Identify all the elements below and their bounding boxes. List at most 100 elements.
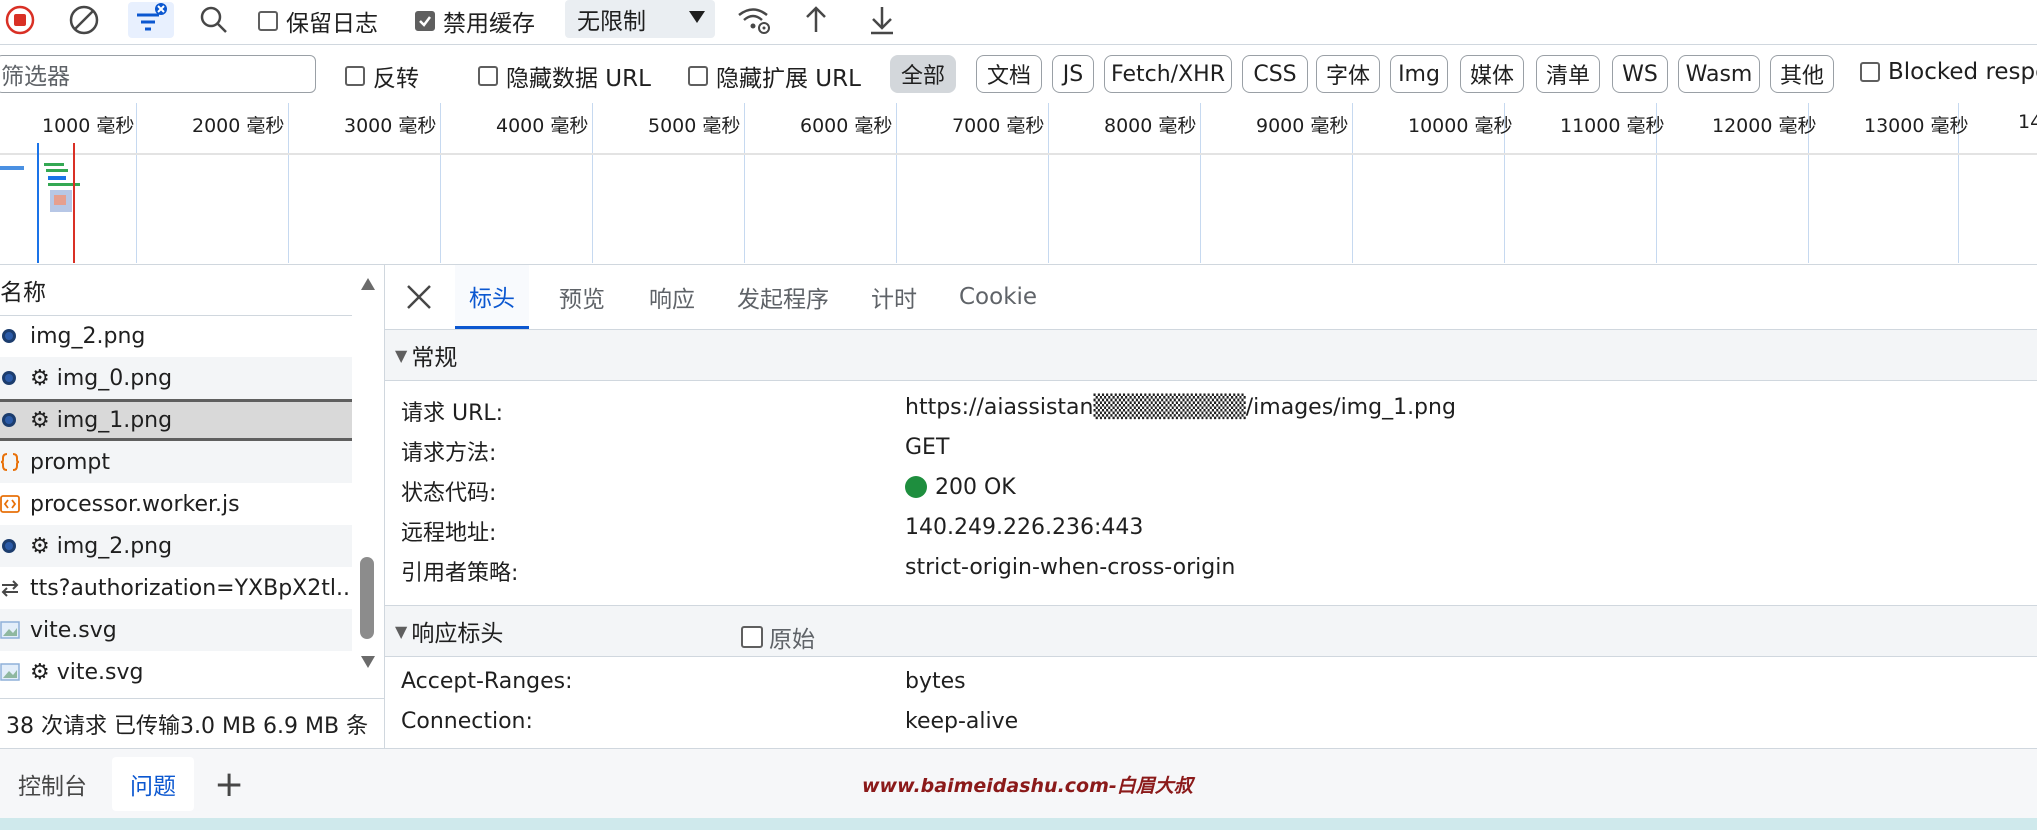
type-filter-other[interactable]: 其他 (1770, 55, 1834, 93)
scroll-down-icon[interactable] (360, 655, 376, 669)
tab-headers[interactable]: 标头 (455, 265, 529, 329)
raw-box[interactable] (741, 626, 763, 648)
scrollbar-thumb[interactable] (360, 557, 374, 639)
waterfall-overview[interactable]: 1000 毫秒 2000 毫秒 3000 毫秒 4000 毫秒 5000 毫秒 6000 … (0, 103, 2037, 263)
image-icon (0, 410, 20, 430)
drawer-tab-issues[interactable]: 问题 (112, 757, 194, 811)
preserve-log-box[interactable] (258, 11, 278, 31)
close-icon[interactable] (403, 281, 435, 313)
response-headers-title: 响应标头 (411, 621, 504, 647)
hide-data-url-checkbox[interactable]: 隐藏数据 URL (478, 59, 651, 93)
header-key: 状态代码: (401, 481, 497, 506)
request-row[interactable]: ⚙ img_0.png (0, 357, 352, 399)
hide-ext-url-checkbox[interactable]: 隐藏扩展 URL (688, 59, 861, 93)
blocked-box[interactable] (1860, 62, 1880, 82)
tab-preview[interactable]: 预览 (559, 265, 605, 329)
timeline-grid-line (592, 103, 593, 263)
header-key: 请求方法: (401, 441, 497, 466)
timeline-tick-label: 2000 毫秒 (192, 115, 285, 137)
svg-icon (0, 620, 20, 640)
request-row[interactable]: processor.worker.js (0, 483, 352, 525)
record-stop-icon[interactable] (2, 2, 38, 38)
header-key: 请求 URL: (401, 401, 504, 426)
triangle-down-icon: ▼ (395, 621, 408, 641)
filter-input[interactable]: 筛选器 (0, 55, 316, 93)
type-filter-ws[interactable]: WS (1612, 55, 1668, 93)
blocked-checkbox[interactable]: Blocked respo (1860, 59, 2037, 85)
request-list-scrollbar[interactable] (352, 265, 384, 685)
type-filter-img[interactable]: Img (1390, 55, 1448, 93)
request-row[interactable]: ⚙ img_2.png (0, 525, 352, 567)
type-filter-font[interactable]: 字体 (1316, 55, 1380, 93)
tab-response[interactable]: 响应 (649, 265, 695, 329)
raw-label: 原始 (769, 627, 815, 653)
timeline-grid-line (1352, 103, 1353, 263)
request-name: ⚙ vite.svg (30, 659, 144, 685)
search-icon[interactable] (196, 2, 232, 38)
type-filter-all[interactable]: 全部 (890, 55, 956, 93)
tab-initiator[interactable]: 发起程序 (737, 265, 829, 329)
image-icon (0, 326, 20, 346)
throttle-select[interactable]: 无限制 (565, 0, 715, 38)
overview-bar (54, 195, 66, 205)
response-headers-section-header[interactable]: ▼ 响应标头 原始 (385, 605, 2037, 657)
import-har-icon[interactable] (798, 2, 834, 38)
type-filter-manifest[interactable]: 清单 (1536, 55, 1600, 93)
request-row[interactable]: ⚙ vite.svg (0, 651, 352, 693)
header-value: 140.249.226.236:443 (905, 515, 1144, 540)
timeline-divider (0, 153, 2037, 155)
drawer-tab-console[interactable]: 控制台 (18, 757, 87, 811)
export-har-icon[interactable] (864, 2, 900, 38)
type-filter-js[interactable]: JS (1052, 55, 1094, 93)
name-column-header[interactable]: 名称 (0, 265, 352, 316)
raw-checkbox[interactable]: 原始 (741, 620, 815, 654)
request-row[interactable]: vite.svg (0, 609, 352, 651)
chevron-down-icon (689, 11, 705, 23)
tab-cookie[interactable]: Cookie (959, 265, 1037, 329)
fetch-icon (0, 452, 20, 472)
timeline-tick-label: 3000 毫秒 (344, 115, 437, 137)
throttle-value: 无限制 (577, 9, 646, 35)
scroll-up-icon[interactable] (360, 277, 376, 291)
type-filter-wasm[interactable]: Wasm (1678, 55, 1760, 93)
hide-ext-url-label: 隐藏扩展 URL (716, 66, 861, 92)
invert-box[interactable] (345, 66, 365, 86)
hide-data-url-box[interactable] (478, 66, 498, 86)
add-tab-icon[interactable]: + (214, 757, 244, 811)
hide-ext-url-box[interactable] (688, 66, 708, 86)
disable-cache-checkbox[interactable]: 禁用缓存 (415, 4, 535, 38)
timeline-grid-line (136, 103, 137, 263)
timeline-grid-line (744, 103, 745, 263)
header-value: https://aiassistan▒▒▒▒▒▒▒▒▒/images/img_1… (905, 395, 1456, 420)
bottom-drawer: 控制台 问题 + www.baimeidashu.com-白眉大叔 (0, 748, 2037, 819)
type-filter-media[interactable]: 媒体 (1460, 55, 1524, 93)
timeline-tick-label: 9000 毫秒 (1256, 115, 1349, 137)
type-filter-css[interactable]: CSS (1242, 55, 1308, 93)
header-key: Accept-Ranges: (401, 669, 573, 694)
name-column-label: 名称 (0, 280, 46, 306)
request-row[interactable]: ⚙ img_1.png (0, 399, 352, 441)
timeline-tick-label: 8000 毫秒 (1104, 115, 1197, 137)
type-filter-fetch[interactable]: Fetch/XHR (1104, 55, 1232, 93)
disable-cache-label: 禁用缓存 (443, 11, 535, 37)
network-conditions-icon[interactable] (736, 2, 772, 38)
timeline-tick-label: 7000 毫秒 (952, 115, 1045, 137)
timeline-tick-label: 12000 毫秒 (1712, 115, 1817, 137)
type-filter-doc[interactable]: 文档 (976, 55, 1042, 93)
invert-checkbox[interactable]: 反转 (345, 59, 419, 93)
filter-icon[interactable] (128, 2, 174, 38)
general-section-header[interactable]: ▼ 常规 (385, 330, 2037, 381)
header-value: keep-alive (905, 709, 1019, 734)
tab-timing[interactable]: 计时 (871, 265, 917, 329)
overview-bar (0, 166, 24, 170)
disable-cache-box[interactable] (415, 11, 435, 31)
filter-placeholder: 筛选器 (1, 64, 70, 90)
websocket-icon (0, 578, 20, 598)
image-icon (0, 368, 20, 388)
script-icon (0, 494, 20, 514)
preserve-log-checkbox[interactable]: 保留日志 (258, 4, 378, 38)
request-row[interactable]: prompt (0, 441, 352, 483)
clear-icon[interactable] (66, 2, 102, 38)
request-row[interactable]: tts?authorization=YXBpX2tl... (0, 567, 352, 609)
request-row[interactable]: img_2.png (0, 315, 352, 357)
